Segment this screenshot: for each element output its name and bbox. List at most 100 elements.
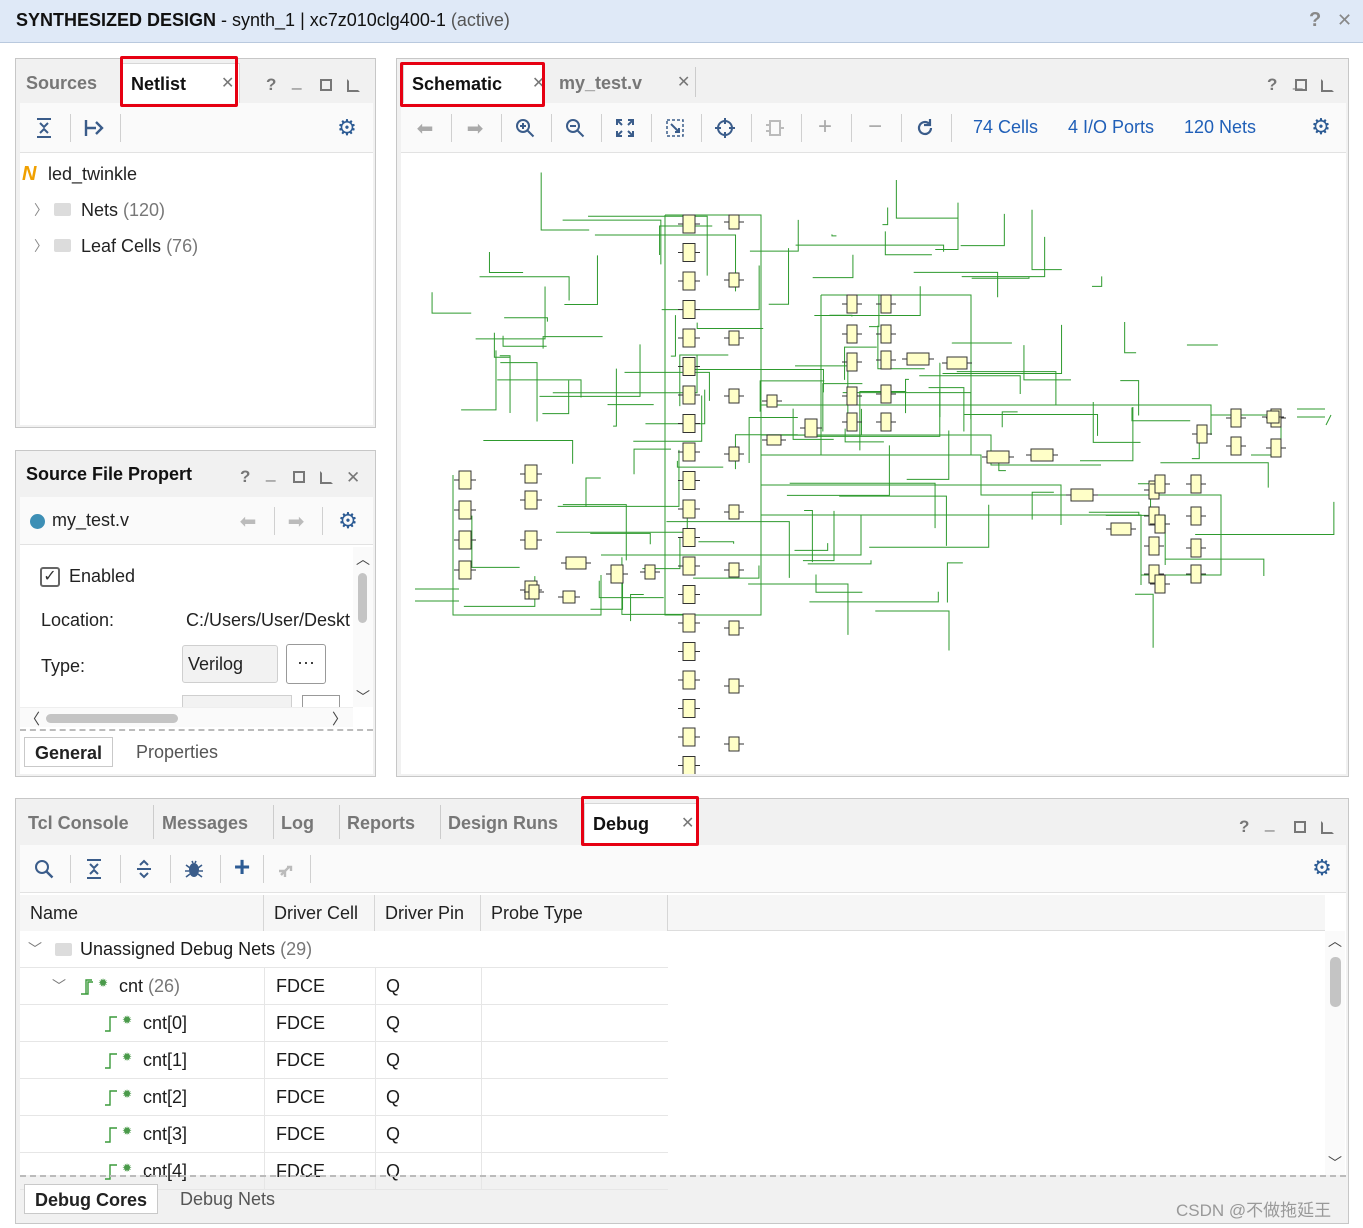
table-row[interactable]: ﹀ ✹ cnt (26) FDCE Q bbox=[20, 968, 668, 1005]
schematic-canvas[interactable] bbox=[401, 155, 1346, 832]
clipped-field bbox=[182, 695, 292, 707]
plus-icon[interactable]: + bbox=[813, 113, 837, 140]
refresh-icon[interactable] bbox=[913, 116, 937, 140]
vertical-scrollbar[interactable]: ︿ ﹀ bbox=[353, 547, 373, 707]
expand-all-icon[interactable] bbox=[132, 857, 156, 881]
zoom-out-icon[interactable] bbox=[563, 116, 587, 140]
type-field[interactable]: Verilog bbox=[182, 645, 278, 683]
schematic-body: ⬅ ➡ + − 74 Cells 4 I/O Ports 120 Nets ⚙ bbox=[401, 103, 1346, 832]
tab-properties[interactable]: Properties bbox=[136, 737, 218, 767]
minus-icon[interactable]: − bbox=[863, 113, 887, 140]
help-icon[interactable]: ? bbox=[1309, 9, 1321, 32]
column-header-driver-cell[interactable]: Driver Cell bbox=[264, 895, 375, 931]
scroll-thumb[interactable] bbox=[1330, 957, 1341, 1007]
tab-my-test-v[interactable]: my_test.v ✕ bbox=[559, 63, 695, 103]
zoom-fit-icon[interactable] bbox=[613, 116, 637, 140]
expand-hierarchy-icon[interactable] bbox=[82, 116, 106, 140]
tab-sources[interactable]: Sources bbox=[26, 63, 97, 103]
minimize-icon[interactable]: _ bbox=[292, 71, 301, 91]
maximize-icon[interactable] bbox=[1294, 821, 1306, 833]
tab-design-runs[interactable]: Design Runs bbox=[448, 803, 558, 843]
minimize-icon[interactable]: _ bbox=[1265, 813, 1274, 833]
bug-icon[interactable] bbox=[182, 857, 206, 881]
add-icon[interactable]: + bbox=[230, 851, 254, 882]
table-row[interactable]: ✹ cnt[2] FDCE Q bbox=[20, 1079, 668, 1116]
maximize-icon[interactable] bbox=[293, 471, 305, 483]
gear-icon[interactable]: ⚙ bbox=[1310, 855, 1334, 880]
help-icon[interactable]: ? bbox=[1267, 75, 1277, 95]
back-arrow-icon[interactable]: ⬅ bbox=[413, 116, 437, 140]
help-icon[interactable]: ? bbox=[266, 75, 276, 95]
tab-general[interactable]: General bbox=[24, 737, 114, 767]
zoom-area-icon[interactable] bbox=[663, 116, 687, 140]
gear-icon[interactable]: ⚙ bbox=[1309, 114, 1333, 139]
column-header-name[interactable]: Name bbox=[20, 895, 264, 931]
tree-item-nets[interactable]: Nets (120) bbox=[81, 200, 165, 221]
wire bbox=[919, 375, 1021, 395]
gear-icon[interactable]: ⚙ bbox=[335, 115, 359, 140]
column-header-driver-pin[interactable]: Driver Pin bbox=[375, 895, 481, 931]
float-icon[interactable] bbox=[1321, 79, 1334, 92]
close-icon[interactable]: ✕ bbox=[677, 63, 690, 103]
zoom-in-icon[interactable] bbox=[513, 116, 537, 140]
separator bbox=[339, 805, 340, 839]
float-icon[interactable] bbox=[1321, 821, 1334, 834]
horizontal-scrollbar[interactable]: 〈 〉 bbox=[20, 707, 353, 728]
close-icon[interactable]: ✕ bbox=[346, 468, 360, 488]
forward-arrow-icon[interactable]: ➡ bbox=[284, 509, 308, 533]
back-arrow-icon[interactable]: ⬅ bbox=[236, 509, 260, 533]
schematic-cell bbox=[682, 214, 696, 234]
net-icon bbox=[104, 1015, 118, 1038]
float-icon[interactable] bbox=[320, 471, 333, 484]
tab-debug-cores[interactable]: Debug Cores bbox=[24, 1184, 159, 1214]
help-icon[interactable]: ? bbox=[240, 467, 250, 487]
minimize-icon[interactable]: _ bbox=[266, 463, 275, 483]
forward-arrow-icon[interactable]: ➡ bbox=[463, 116, 487, 140]
wire bbox=[499, 355, 511, 414]
io-ports-count-link[interactable]: 4 I/O Ports bbox=[1068, 117, 1154, 138]
cell-icon[interactable] bbox=[763, 116, 787, 140]
schematic-cell bbox=[458, 470, 472, 490]
maximize-icon[interactable] bbox=[320, 79, 332, 91]
table-row[interactable]: ✹ cnt[0] FDCE Q bbox=[20, 1005, 668, 1042]
tab-messages[interactable]: Messages bbox=[162, 803, 248, 843]
help-icon[interactable]: ? bbox=[1239, 817, 1249, 837]
properties-file-name: my_test.v bbox=[52, 510, 130, 530]
float-icon[interactable] bbox=[347, 79, 360, 92]
collapse-all-icon[interactable] bbox=[82, 857, 106, 881]
table-row[interactable]: ✹ cnt[3] FDCE Q bbox=[20, 1116, 668, 1153]
schematic-cell bbox=[728, 504, 740, 520]
close-icon[interactable]: ✕ bbox=[1337, 10, 1352, 31]
tab-tcl-console[interactable]: Tcl Console bbox=[28, 803, 129, 843]
table-row[interactable]: ﹀ Unassigned Debug Nets (29) bbox=[20, 931, 668, 968]
scroll-thumb[interactable] bbox=[358, 573, 367, 623]
tab-log[interactable]: Log bbox=[281, 803, 314, 843]
gear-icon[interactable]: ⚙ bbox=[336, 508, 360, 533]
table-header: Name Driver Cell Driver Pin Probe Type bbox=[20, 895, 668, 931]
chevron-down-icon[interactable]: ﹀ bbox=[52, 968, 66, 1005]
schematic-cell bbox=[458, 560, 472, 580]
maximize-icon[interactable] bbox=[1295, 79, 1307, 91]
schematic-cell bbox=[846, 386, 858, 406]
crosshair-icon[interactable] bbox=[713, 116, 737, 140]
tree-item-leaf-cells[interactable]: Leaf Cells (76) bbox=[81, 236, 198, 257]
browse-button[interactable]: ··· bbox=[286, 644, 326, 684]
chevron-down-icon[interactable]: ﹀ bbox=[28, 931, 42, 968]
properties-body: my_test.v ⬅ ➡ ⚙ ✓ Enabled Location: C:/U… bbox=[20, 497, 373, 774]
netlist-root[interactable]: led_twinkle bbox=[48, 164, 137, 185]
table-row[interactable]: ✹ cnt[1] FDCE Q bbox=[20, 1042, 668, 1079]
cells-count-link[interactable]: 74 Cells bbox=[973, 117, 1038, 138]
tab-reports[interactable]: Reports bbox=[347, 803, 415, 843]
remove-icon[interactable] bbox=[275, 857, 299, 881]
chevron-right-icon[interactable]: 〉 bbox=[34, 236, 48, 256]
scroll-thumb[interactable] bbox=[46, 714, 178, 723]
column-header-probe-type[interactable]: Probe Type bbox=[481, 895, 668, 931]
nets-count-link[interactable]: 120 Nets bbox=[1184, 117, 1256, 138]
tab-debug-nets[interactable]: Debug Nets bbox=[180, 1184, 275, 1214]
chevron-right-icon[interactable]: 〉 bbox=[34, 200, 48, 220]
collapse-all-icon[interactable] bbox=[32, 116, 56, 140]
wire bbox=[814, 286, 921, 317]
vertical-scrollbar[interactable]: ︿ ﹀ bbox=[1325, 931, 1345, 1175]
enabled-checkbox[interactable]: ✓ bbox=[40, 567, 60, 587]
search-icon[interactable] bbox=[32, 857, 56, 881]
